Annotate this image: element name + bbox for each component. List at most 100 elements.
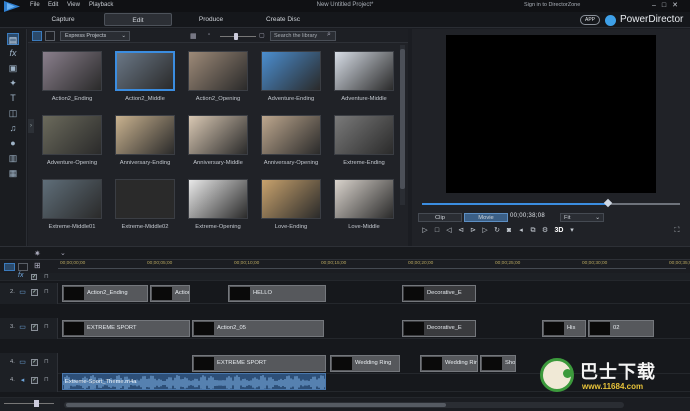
volume-icon[interactable]: ◂: [516, 226, 526, 236]
snapshot-icon[interactable]: ◙: [504, 226, 514, 236]
next-frame-icon[interactable]: ▷: [480, 226, 490, 236]
timeline-ruler[interactable]: 00;00;00;00 00;00;05;00 00;00;10;00 00;00;1…: [58, 260, 690, 274]
timeline-zoom-knob[interactable]: [34, 400, 39, 407]
window-controls[interactable]: –□✕: [652, 1, 684, 9]
zoom-in-icon[interactable]: ▢: [259, 32, 265, 39]
lock-icon[interactable]: ⊓: [44, 288, 49, 295]
thumbnail-image[interactable]: [188, 179, 248, 219]
zoom-fit-select[interactable]: Fit ⌄: [560, 213, 604, 222]
timecode-display[interactable]: 00;00;38;08: [510, 213, 545, 219]
maximize-icon[interactable]: □: [662, 2, 672, 9]
track-enable-checkbox[interactable]: ✓: [31, 324, 38, 331]
thumbnail-image[interactable]: [115, 179, 175, 219]
thumbnail-image[interactable]: [261, 51, 321, 91]
thumbnail-image[interactable]: [188, 51, 248, 91]
lock-icon[interactable]: ⊓: [44, 323, 49, 330]
video-clip[interactable]: Wedding Ring: [330, 355, 400, 372]
library-item[interactable]: Love-Middle: [330, 179, 398, 230]
movie-mode-button[interactable]: Movie: [464, 213, 508, 222]
stop-icon[interactable]: □: [432, 226, 442, 236]
tab-edit[interactable]: Edit: [104, 13, 172, 26]
video-clip[interactable]: Action2: [150, 285, 190, 302]
thumbnail-image[interactable]: [42, 115, 102, 155]
media-room-icon[interactable]: ▤: [7, 33, 19, 45]
loop-icon[interactable]: ↻: [492, 226, 502, 236]
thumbnail-image[interactable]: [115, 51, 175, 91]
library-item[interactable]: Extreme-Ending: [330, 115, 398, 166]
thumbnail-image[interactable]: [334, 51, 394, 91]
thumbnail-image[interactable]: [261, 115, 321, 155]
thumbnail-image[interactable]: [334, 115, 394, 155]
video-clip[interactable]: 02: [588, 320, 654, 337]
video-clip[interactable]: EXTREME SPORT: [192, 355, 326, 372]
video-clip[interactable]: HELLO: [228, 285, 326, 302]
video-clip[interactable]: Decorative_E: [402, 285, 476, 302]
library-item[interactable]: Action2_Opening: [184, 51, 252, 102]
library-item[interactable]: Extreme-Middle02: [111, 179, 179, 230]
lock-icon[interactable]: ⊓: [44, 273, 49, 280]
fx-track-toggle[interactable]: ✓: [31, 274, 37, 280]
track-enable-checkbox[interactable]: ✓: [31, 377, 38, 384]
directorzone-signin[interactable]: Sign in to DirectorZone: [524, 2, 580, 8]
previous-frame-icon[interactable]: ◁: [444, 226, 454, 236]
plugin-icon[interactable]: [45, 31, 55, 41]
search-icon[interactable]: ⌕: [327, 31, 331, 39]
library-scroll-thumb[interactable]: [400, 49, 405, 189]
library-item[interactable]: Adventure-Middle: [330, 51, 398, 102]
thumbnail-image[interactable]: [261, 179, 321, 219]
playhead-knob[interactable]: [603, 198, 612, 208]
collapse-arrow-icon[interactable]: ›: [28, 119, 34, 133]
timeline-zoom-slider[interactable]: [4, 403, 54, 404]
timeline-view-icon[interactable]: [18, 263, 28, 271]
video-clip[interactable]: Shooting Sta: [480, 355, 516, 372]
minimize-icon[interactable]: –: [652, 2, 662, 9]
library-item[interactable]: Action2_Ending: [38, 51, 106, 102]
audio-clip[interactable]: Extreme-Sport_Theme.m4a: [62, 373, 326, 390]
storyboard-view-icon[interactable]: [4, 263, 15, 271]
tab-produce[interactable]: Produce: [178, 13, 244, 26]
transition-room-icon[interactable]: ◫: [7, 107, 19, 119]
snap-icon[interactable]: ⊞: [34, 261, 41, 270]
library-item[interactable]: Anniversary-Ending: [111, 115, 179, 166]
timeline-track[interactable]: 2. ▭ ✓ ⊓ Action2_Ending Action2 HELLO Decorativ…: [0, 283, 690, 304]
library-item[interactable]: Anniversary-Opening: [257, 115, 325, 166]
lock-icon[interactable]: ⊓: [44, 358, 49, 365]
slider-knob[interactable]: [234, 33, 238, 40]
library-item[interactable]: Extreme-Opening: [184, 179, 252, 230]
pip-room-icon[interactable]: ▣: [7, 62, 19, 74]
3d-mode-button[interactable]: 3D: [552, 226, 566, 236]
thumbnail-image[interactable]: [115, 115, 175, 155]
voice-over-icon[interactable]: ●: [7, 137, 19, 149]
library-category-select[interactable]: Express Projects ⌄: [60, 31, 130, 41]
timeline-track[interactable]: 3. ▭ ✓ ⊓ EXTREME SPORT Action2_05 Decorative_E…: [0, 318, 690, 339]
chapter-room-icon[interactable]: ▥: [7, 152, 19, 164]
thumbnail-size-slider[interactable]: [220, 36, 256, 37]
subtitle-room-icon[interactable]: ▦: [7, 167, 19, 179]
expand-icon[interactable]: ⛶: [672, 226, 682, 236]
settings-icon[interactable]: ⚙: [540, 226, 550, 236]
timeline-scroll-thumb[interactable]: [66, 403, 446, 407]
particle-room-icon[interactable]: ✦: [7, 77, 19, 89]
video-clip[interactable]: Wedding Ring: [420, 355, 478, 372]
library-item[interactable]: Love-Ending: [257, 179, 325, 230]
audio-mixing-icon[interactable]: ♫: [7, 122, 19, 134]
thumbnail-image[interactable]: [42, 179, 102, 219]
chevron-down-icon[interactable]: ▾: [567, 226, 577, 236]
video-clip[interactable]: Action2_Ending: [62, 285, 148, 302]
dropdown-icon[interactable]: ⌄: [60, 249, 66, 257]
thumbnail-image[interactable]: [334, 179, 394, 219]
play-icon[interactable]: ▷: [420, 226, 430, 236]
library-item[interactable]: Action2_Middle: [111, 51, 179, 102]
sun-icon[interactable]: ✷: [34, 249, 41, 258]
step-back-icon[interactable]: ⊲: [456, 226, 466, 236]
thumbnail-image[interactable]: [188, 115, 248, 155]
grid-view-icon[interactable]: ▦: [190, 32, 197, 40]
zoom-out-icon[interactable]: ▫: [208, 32, 210, 38]
detach-icon[interactable]: ⧉: [528, 226, 538, 236]
tab-create-disc[interactable]: Create Disc: [250, 13, 316, 26]
video-clip[interactable]: His: [542, 320, 586, 337]
thumbnail-image[interactable]: [42, 51, 102, 91]
library-item[interactable]: Anniversary-Middle: [184, 115, 252, 166]
video-clip[interactable]: Decorative_E: [402, 320, 476, 337]
clip-mode-button[interactable]: Clip: [418, 213, 462, 222]
